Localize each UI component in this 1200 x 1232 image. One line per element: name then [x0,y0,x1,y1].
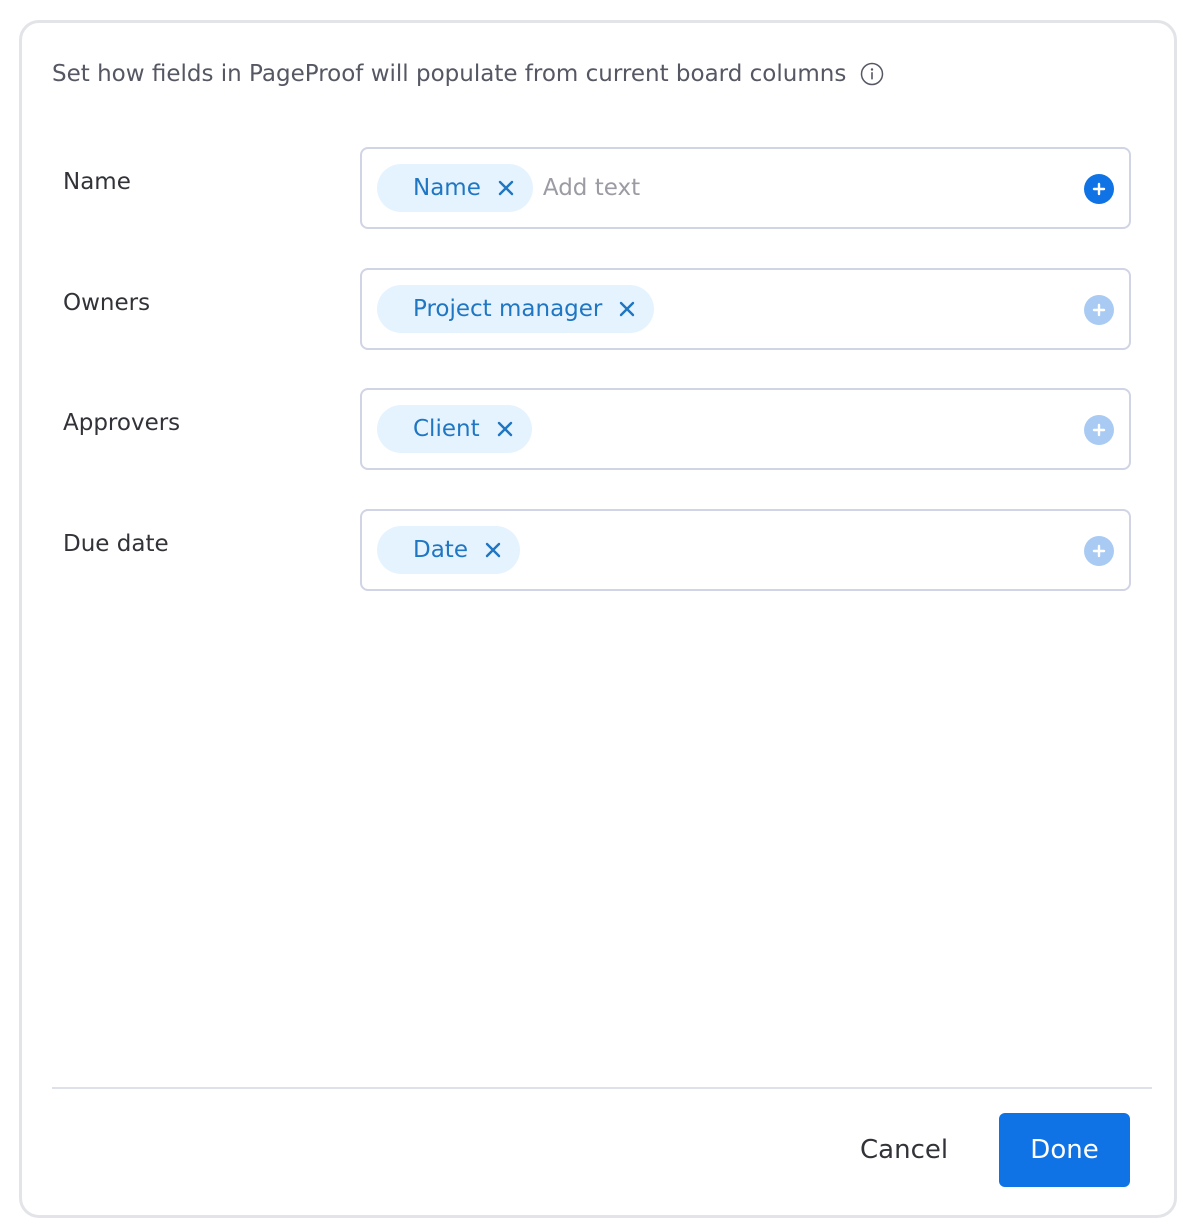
close-icon[interactable] [484,541,502,559]
field-mapping-dialog: Set how fields in PageProof will populat… [19,20,1177,1218]
name-mapping-field[interactable]: Name [360,147,1131,229]
plus-icon[interactable] [1084,174,1114,204]
header-text: Set how fields in PageProof will populat… [52,61,847,87]
column-chip: Date [377,526,520,574]
info-icon[interactable] [860,62,884,86]
column-chip: Project manager [377,285,655,333]
due-date-mapping-field[interactable]: Date [360,509,1131,591]
close-icon[interactable] [496,420,514,438]
mapping-row-due-date: Due date Date [22,509,1174,591]
chip-label: Date [413,537,468,563]
column-chip: Client [377,405,532,453]
field-label-approvers: Approvers [63,410,181,436]
chip-label: Name [413,175,481,201]
plus-icon[interactable] [1084,536,1114,566]
chip-label: Client [413,416,480,442]
plus-icon[interactable] [1084,295,1114,325]
owners-mapping-field[interactable]: Project manager [360,268,1131,350]
approvers-mapping-field[interactable]: Client [360,388,1131,470]
mapping-row-approvers: Approvers Client [22,388,1174,470]
add-text-input[interactable] [542,175,1043,201]
column-chip: Name [377,164,533,212]
field-label-owners: Owners [63,290,151,316]
cancel-button[interactable]: Cancel [832,1113,976,1187]
close-icon[interactable] [618,300,636,318]
done-button[interactable]: Done [999,1113,1130,1187]
close-icon[interactable] [497,179,515,197]
chip-label: Project manager [413,296,603,322]
dialog-header: Set how fields in PageProof will populat… [52,61,884,87]
plus-icon[interactable] [1084,415,1114,445]
field-label-due-date: Due date [63,531,169,557]
footer-divider [52,1087,1152,1089]
mapping-row-name: Name Name [22,147,1174,229]
field-label-name: Name [63,169,131,195]
mapping-row-owners: Owners Project manager [22,268,1174,350]
